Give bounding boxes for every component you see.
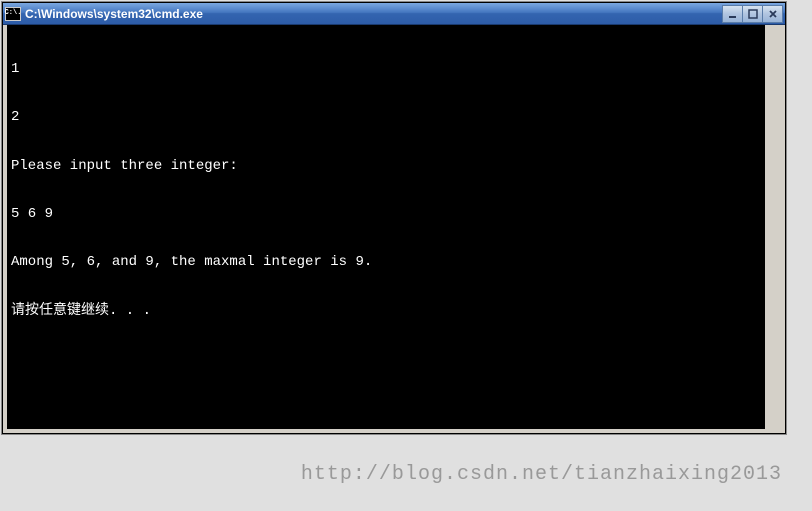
terminal-line: 2 <box>11 109 765 125</box>
vertical-scrollbar[interactable]: ▲ ▼ <box>767 25 783 429</box>
minimize-button[interactable] <box>722 5 743 23</box>
maximize-button[interactable] <box>742 5 763 23</box>
terminal-line: 5 6 9 <box>11 206 765 222</box>
terminal-content[interactable]: 1 2 Please input three integer: 5 6 9 Am… <box>3 25 785 433</box>
terminal-line: 1 <box>11 61 765 77</box>
terminal-line: Please input three integer: <box>11 158 765 174</box>
cmd-icon: C:\. <box>5 7 21 21</box>
watermark-text: http://blog.csdn.net/tianzhaixing2013 <box>301 463 782 486</box>
title-left: C:\. C:\Windows\system32\cmd.exe <box>5 7 203 21</box>
terminal-line: Among 5, 6, and 9, the maxmal integer is… <box>11 254 765 270</box>
scroll-up-button[interactable]: ▲ <box>767 57 783 73</box>
terminal-line: 请按任意键继续. . . <box>11 303 765 319</box>
scroll-thumb[interactable] <box>767 41 783 101</box>
window-title: C:\Windows\system32\cmd.exe <box>25 7 203 21</box>
close-button[interactable] <box>762 5 783 23</box>
window-controls <box>723 5 783 23</box>
titlebar[interactable]: C:\. C:\Windows\system32\cmd.exe <box>3 3 785 25</box>
cmd-window: C:\. C:\Windows\system32\cmd.exe 1 2 Ple… <box>2 2 786 434</box>
scroll-down-button[interactable]: ▼ <box>767 413 783 429</box>
cmd-icon-text: C:\. <box>5 10 22 17</box>
